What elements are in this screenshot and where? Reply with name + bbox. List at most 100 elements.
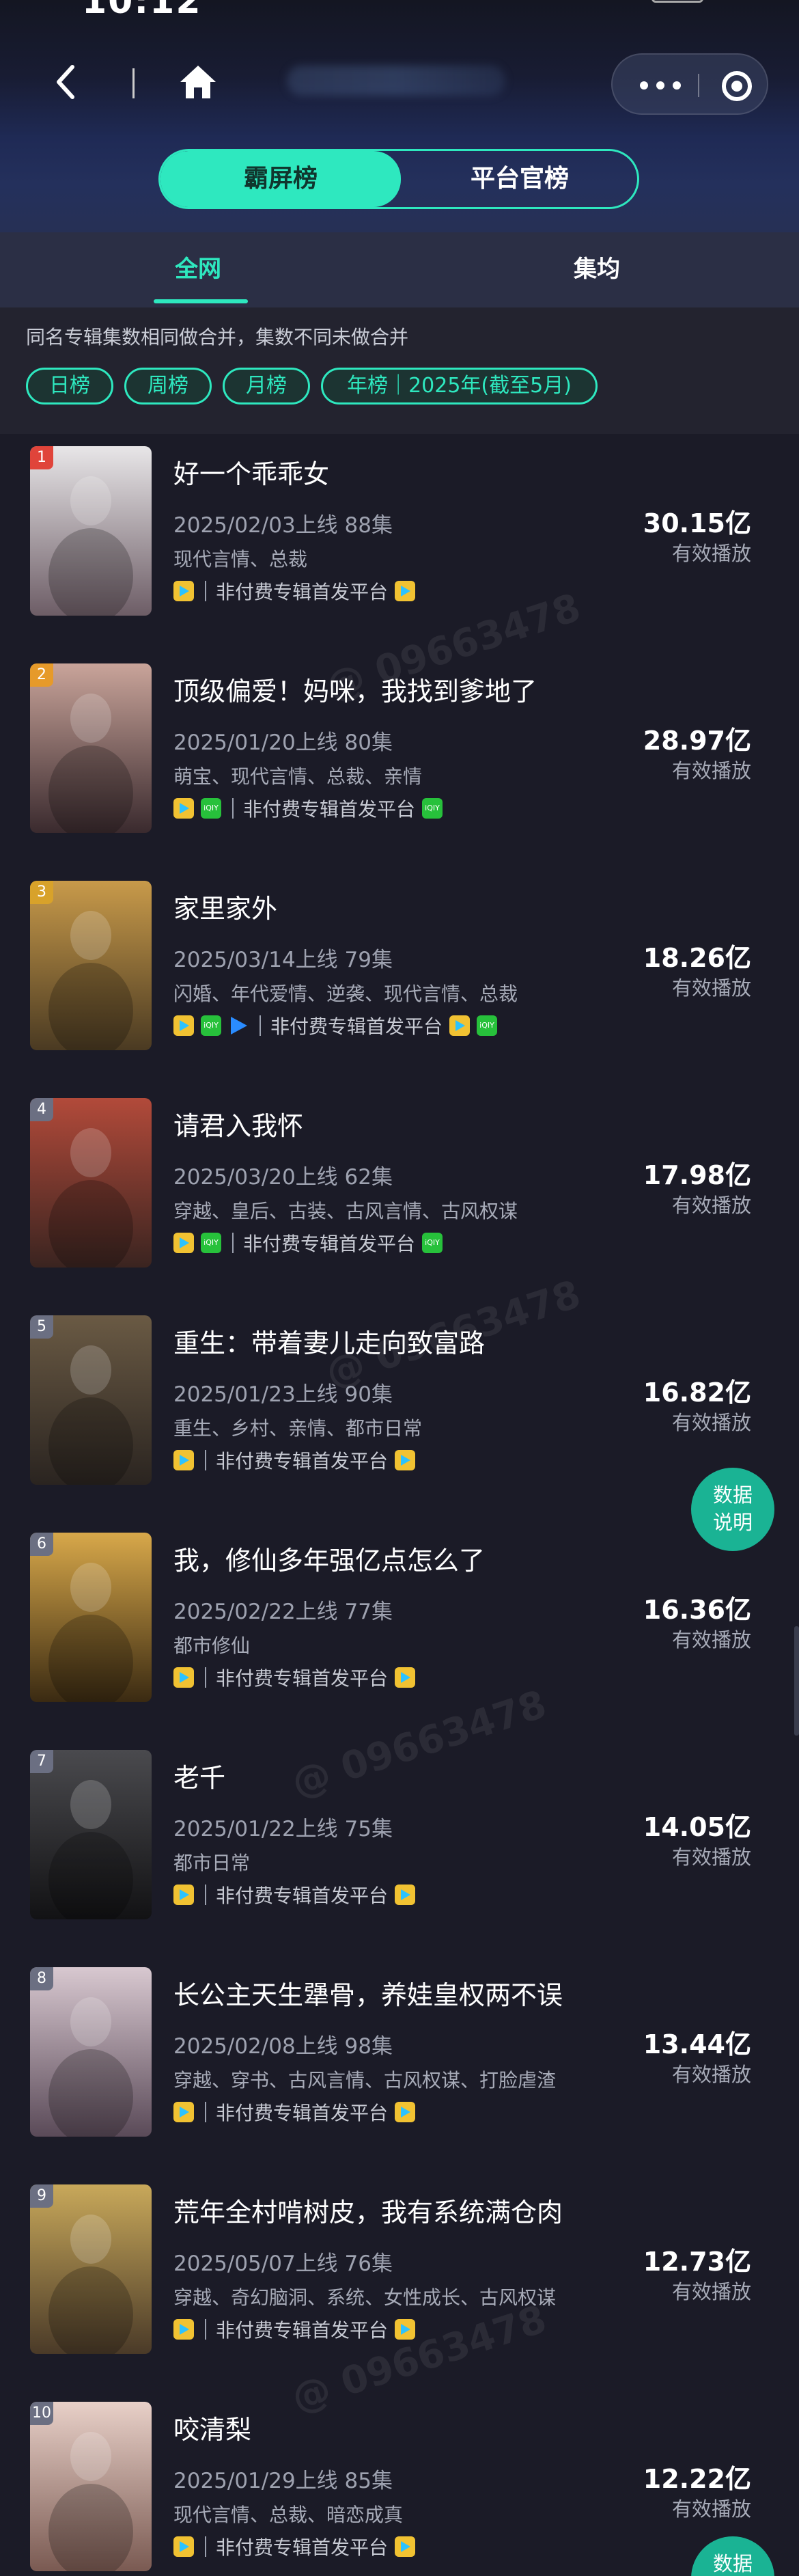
poster[interactable]: 7: [30, 1750, 152, 1919]
views-label: 有效播放: [671, 759, 751, 782]
iqiyi-icon: iQIY: [201, 1233, 221, 1253]
platform-label: 非付费专辑首发平台: [270, 1015, 443, 1038]
list-item[interactable]: 4 请君入我怀 2025/03/20上线 62集 穿越、皇后、古装、古风言情、古…: [0, 1086, 799, 1303]
filter-daily[interactable]: 日榜: [26, 368, 113, 405]
tab-jijun[interactable]: 集均: [574, 250, 620, 284]
tencent-video-icon: [173, 2102, 194, 2122]
release-info: 2025/02/22上线 77集: [173, 1600, 393, 1624]
tencent-video-icon: [173, 1667, 194, 1688]
platform-row: iQIY 非付费专辑首发平台 iQIY: [173, 796, 449, 821]
views-label: 有效播放: [671, 542, 751, 565]
poster[interactable]: 2: [30, 663, 152, 833]
genre-tags: 都市日常: [173, 1852, 251, 1874]
views-label: 有效播放: [671, 1194, 751, 1217]
genre-tags: 现代言情、总裁: [173, 548, 308, 571]
blurred-page-title: [287, 66, 505, 96]
list-item[interactable]: 6 我，修仙多年强亿点怎么了 2025/02/22上线 77集 都市修仙 非付费…: [0, 1520, 799, 1738]
drama-title[interactable]: 好一个乖乖女: [173, 453, 329, 491]
poster[interactable]: 1: [30, 446, 152, 616]
poster[interactable]: 3: [30, 881, 152, 1050]
views-count: 16.82亿: [643, 1378, 751, 1408]
list-item[interactable]: 8 长公主天生犟骨，养娃皇权两不误 2025/02/08上线 98集 穿越、穿书…: [0, 1955, 799, 2172]
poster-image: [30, 1967, 152, 2137]
filter-weekly[interactable]: 周榜: [124, 368, 212, 405]
toggle-bapinbang[interactable]: 霸屏榜: [160, 151, 401, 207]
platform-label: 非付费专辑首发平台: [216, 581, 389, 603]
platform-label: 非付费专辑首发平台: [216, 1885, 389, 1907]
drama-title[interactable]: 老千: [173, 1757, 225, 1794]
tab-quanwang[interactable]: 全网: [175, 250, 221, 284]
filter-monthly[interactable]: 月榜: [223, 368, 310, 405]
back-button[interactable]: [46, 61, 87, 102]
mini-program-capsule: [611, 53, 768, 115]
poster[interactable]: 5: [30, 1315, 152, 1485]
tencent-video-icon: [173, 581, 194, 601]
platform-row: iQIY 非付费专辑首发平台 iQIY: [173, 1231, 449, 1255]
poster-image: [30, 881, 152, 1050]
filter-area: 同名专辑集数相同做合并，集数不同未做合并 日榜 周榜 月榜 年榜｜2025年(截…: [0, 307, 799, 434]
status-icons: [594, 0, 703, 11]
status-bar: 10:12: [0, 0, 799, 22]
views-label: 有效播放: [671, 2063, 751, 2086]
drama-title[interactable]: 我，修仙多年强亿点怎么了: [173, 1539, 485, 1577]
poster-image: [30, 2184, 152, 2354]
platform-row: iQIY 非付费专辑首发平台 iQIY: [173, 1013, 504, 1038]
tencent-video-icon: [395, 2102, 416, 2122]
tencent-video-icon: [173, 1015, 194, 1036]
rank-badge: 5: [30, 1315, 53, 1339]
views-count: 28.97亿: [643, 726, 751, 756]
drama-title[interactable]: 长公主天生犟骨，养娃皇权两不误: [173, 1974, 563, 2012]
rank-badge: 8: [30, 1967, 53, 1990]
platform-row: 非付费专辑首发平台: [173, 1448, 422, 1472]
home-button[interactable]: [178, 63, 219, 101]
toggle-platform-official[interactable]: 平台官榜: [400, 151, 637, 207]
views-label: 有效播放: [671, 2497, 751, 2521]
list-item[interactable]: 3 家里家外 2025/03/14上线 79集 闪婚、年代爱情、逆袭、现代言情、…: [0, 868, 799, 1086]
release-info: 2025/02/08上线 98集: [173, 2034, 393, 2059]
tencent-video-icon: [173, 1885, 194, 1905]
poster-image: [30, 2402, 152, 2571]
poster-image: [30, 1750, 152, 1919]
genre-tags: 穿越、穿书、古风言情、古风权谋、打脸虐渣: [173, 2069, 557, 2092]
more-options-button[interactable]: [640, 79, 688, 92]
drama-title[interactable]: 请君入我怀: [173, 1105, 303, 1142]
platform-label: 非付费专辑首发平台: [216, 1450, 389, 1472]
status-time: 10:12: [82, 0, 202, 22]
rank-badge: 4: [30, 1098, 53, 1121]
iqiyi-icon: iQIY: [422, 1233, 443, 1253]
platform-divider: [205, 2102, 206, 2122]
iqiyi-icon: iQIY: [477, 1015, 498, 1036]
home-icon: [180, 66, 216, 98]
platform-row: 非付费专辑首发平台: [173, 1882, 422, 1907]
views-label: 有效播放: [671, 976, 751, 1000]
poster-image: [30, 1315, 152, 1485]
platform-label: 非付费专辑首发平台: [216, 2319, 389, 2342]
list-item[interactable]: 1 好一个乖乖女 2025/02/03上线 88集 现代言情、总裁 非付费专辑首…: [0, 434, 799, 651]
drama-title[interactable]: 荒年全村啃树皮，我有系统满仓肉: [173, 2191, 563, 2229]
filter-yearly[interactable]: 年榜｜2025年(截至5月): [321, 368, 598, 405]
views-count: 12.73亿: [643, 2247, 751, 2277]
close-miniprogram-icon[interactable]: [722, 71, 752, 101]
views-count: 17.98亿: [643, 1160, 751, 1190]
tencent-video-icon: [395, 581, 416, 601]
list-item[interactable]: 10 咬清梨 2025/01/29上线 85集 现代言情、总裁、暗恋成真 非付费…: [0, 2389, 799, 2576]
genre-tags: 都市修仙: [173, 1634, 251, 1657]
poster[interactable]: 8: [30, 1967, 152, 2137]
poster[interactable]: 10: [30, 2402, 152, 2571]
scrollbar[interactable]: [794, 1626, 799, 1736]
drama-title[interactable]: 咬清梨: [173, 2409, 251, 2446]
views-label: 有效播放: [671, 1846, 751, 1869]
release-info: 2025/02/03上线 88集: [173, 513, 393, 538]
rank-badge: 6: [30, 1533, 53, 1556]
data-button-line1: 数据: [712, 2552, 753, 2575]
release-info: 2025/01/22上线 75集: [173, 1817, 393, 1841]
drama-title[interactable]: 家里家外: [173, 888, 277, 925]
platform-label: 非付费专辑首发平台: [243, 1233, 416, 1255]
views-label: 有效播放: [671, 1411, 751, 1434]
tencent-video-icon: [395, 2536, 416, 2557]
poster[interactable]: 4: [30, 1098, 152, 1268]
poster[interactable]: 6: [30, 1533, 152, 1702]
iqiyi-icon: iQIY: [201, 798, 221, 819]
data-explanation-button[interactable]: 数据 说明: [691, 1468, 774, 1551]
poster[interactable]: 9: [30, 2184, 152, 2354]
